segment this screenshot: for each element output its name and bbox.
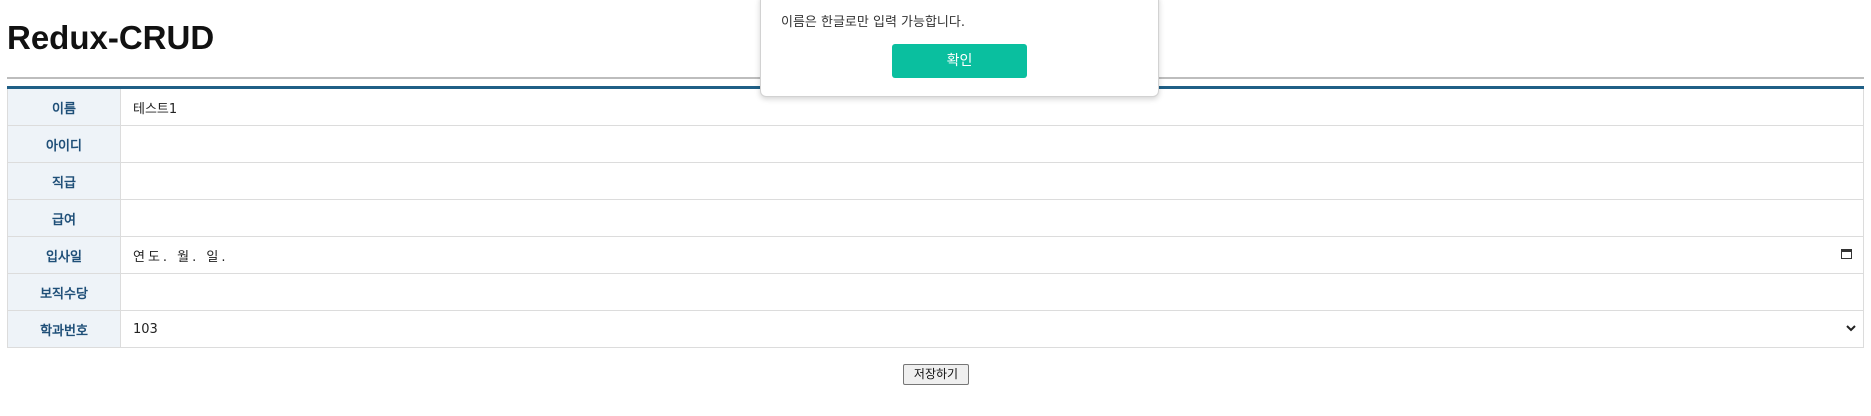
salary-field[interactable] bbox=[120, 199, 1864, 237]
form-row-dept: 학과번호 103 bbox=[7, 310, 1864, 348]
alert-message: 이름은 한글로만 입력 가능합니다. bbox=[781, 15, 965, 30]
form-row-salary: 급여 bbox=[7, 199, 1864, 237]
name-value: 테스트1 bbox=[133, 101, 178, 117]
calendar-icon[interactable] bbox=[1841, 249, 1852, 259]
save-button[interactable]: 저장하기 bbox=[903, 364, 969, 385]
hiredate-field[interactable]: 연도. 월. 일. bbox=[120, 236, 1864, 274]
form-row-allowance: 보직수당 bbox=[7, 273, 1864, 311]
alert-dialog: 이름은 한글로만 입력 가능합니다. 확인 bbox=[760, 0, 1159, 97]
hiredate-value: 연도. 월. 일. bbox=[133, 249, 229, 265]
dept-label: 학과번호 bbox=[7, 310, 121, 348]
dept-select[interactable]: 103 bbox=[120, 310, 1864, 348]
allowance-label: 보직수당 bbox=[7, 273, 121, 311]
form-row-id: 아이디 bbox=[7, 125, 1864, 163]
form-row-hiredate: 입사일 연도. 월. 일. bbox=[7, 236, 1864, 274]
allowance-field[interactable] bbox=[120, 273, 1864, 311]
hiredate-label: 입사일 bbox=[7, 236, 121, 274]
employee-form: 이름 테스트1 아이디 직급 급여 입사일 연도. 월. 일. 보직수당 학과번… bbox=[7, 86, 1864, 348]
dept-value: 103 bbox=[133, 321, 158, 337]
page: Redux-CRUD 이름 테스트1 아이디 직급 급여 입사일 연도. 월. … bbox=[0, 0, 1871, 416]
position-label: 직급 bbox=[7, 162, 121, 200]
salary-label: 급여 bbox=[7, 199, 121, 237]
name-label: 이름 bbox=[7, 87, 121, 126]
page-title: Redux-CRUD bbox=[7, 19, 215, 56]
chevron-down-icon bbox=[1846, 325, 1856, 332]
confirm-button[interactable]: 확인 bbox=[892, 44, 1027, 78]
id-field[interactable] bbox=[120, 125, 1864, 163]
form-row-position: 직급 bbox=[7, 162, 1864, 200]
id-label: 아이디 bbox=[7, 125, 121, 163]
position-field[interactable] bbox=[120, 162, 1864, 200]
